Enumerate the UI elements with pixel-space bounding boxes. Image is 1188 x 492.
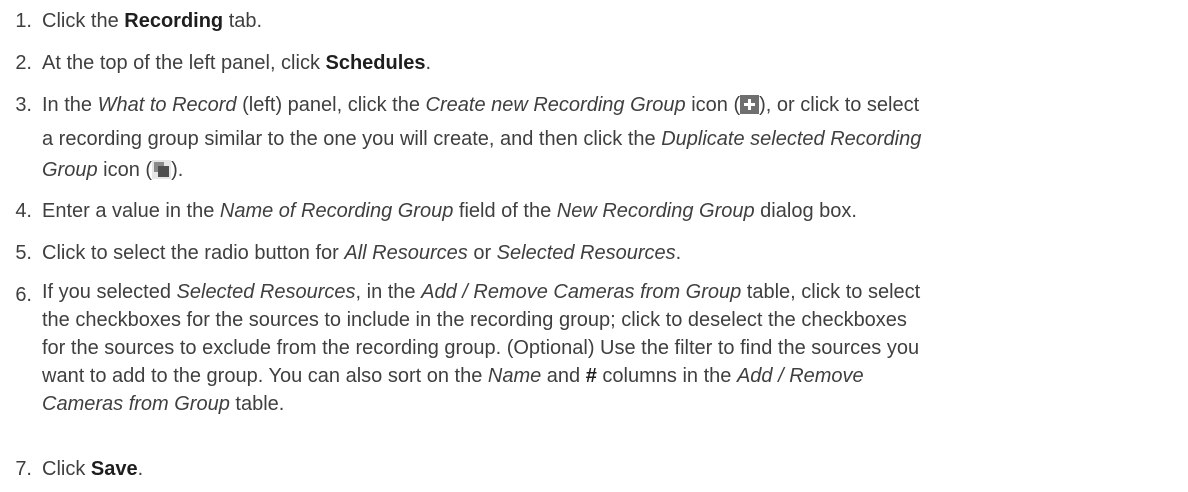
save-label: Save xyxy=(90,458,138,480)
text: . xyxy=(675,242,682,264)
text: and xyxy=(541,365,586,387)
text: ), or click to select xyxy=(759,94,920,116)
step-number: 4. xyxy=(15,200,32,222)
step-number: 3. xyxy=(15,94,32,116)
step-text: Enter a value in the Name of Recording G… xyxy=(42,194,1172,228)
text: icon ( xyxy=(685,94,741,116)
step-text: At the top of the left panel, click Sche… xyxy=(42,46,1172,80)
text: Click xyxy=(42,458,91,480)
step-number: 6. xyxy=(15,284,32,306)
step-text: In the What to Record (left) panel, clic… xyxy=(42,88,1172,184)
instruction-steps: 1. Click the Recording tab. 2. At the to… xyxy=(0,0,1188,492)
text: field of the xyxy=(453,200,557,222)
step-text: Click Save. xyxy=(42,452,1172,486)
text: (left) panel, click the xyxy=(236,94,426,116)
dialog-name-label: New Recording Group xyxy=(556,200,755,222)
name-field-label: Name of Recording Group xyxy=(219,200,454,222)
text: dialog box. xyxy=(754,200,857,222)
text: If you selected xyxy=(42,281,177,303)
add-remove-table-label-cont: Cameras from Group xyxy=(42,393,230,415)
text: , in the xyxy=(355,281,422,303)
duplicate-icon xyxy=(152,160,172,179)
text: . xyxy=(137,458,144,480)
text: columns in the xyxy=(596,365,737,387)
text: Click to select the radio button for xyxy=(42,242,345,264)
step-number: 5. xyxy=(15,242,32,264)
create-group-label: Create new Recording Group xyxy=(425,94,686,116)
step-text: Click the Recording tab. xyxy=(42,4,1172,38)
text: the checkboxes for the sources to includ… xyxy=(42,309,907,331)
selected-resources-label: Selected Resources xyxy=(496,242,676,264)
text: table, click to select xyxy=(741,281,921,303)
text: Enter a value in the xyxy=(42,200,220,222)
text: At the top of the left panel, click xyxy=(42,52,326,74)
text: icon ( xyxy=(97,159,153,181)
text: . xyxy=(425,52,432,74)
text: ). xyxy=(171,159,184,181)
step-text: Click to select the radio button for All… xyxy=(42,236,1172,270)
step-number: 2. xyxy=(15,52,32,74)
text: for the sources to exclude from the reco… xyxy=(42,337,920,359)
text: want to add to the group. You can also s… xyxy=(42,365,488,387)
duplicate-group-label: Duplicate selected Recording xyxy=(661,128,922,150)
all-resources-label: All Resources xyxy=(344,242,468,264)
text: table. xyxy=(229,393,285,415)
plus-icon xyxy=(740,95,760,114)
text: Click the xyxy=(42,10,125,32)
number-column-label: # xyxy=(585,365,597,387)
selected-resources-label: Selected Resources xyxy=(176,281,356,303)
add-remove-table-label: Add / Remove Cameras from Group xyxy=(421,281,742,303)
step-number: 1. xyxy=(15,10,32,32)
step-number: 7. xyxy=(15,458,32,480)
text: tab. xyxy=(223,10,263,32)
add-remove-table-label: Add / Remove xyxy=(736,365,864,387)
text: In the xyxy=(42,94,98,116)
recording-tab-label: Recording xyxy=(124,10,224,32)
what-to-record-label: What to Record xyxy=(97,94,237,116)
schedules-label: Schedules xyxy=(325,52,426,74)
name-column-label: Name xyxy=(487,365,542,387)
text: or xyxy=(467,242,497,264)
duplicate-group-label-cont: Group xyxy=(42,159,98,181)
text: a recording group similar to the one you… xyxy=(42,128,662,150)
step-text: If you selected Selected Resources, in t… xyxy=(42,278,1172,418)
